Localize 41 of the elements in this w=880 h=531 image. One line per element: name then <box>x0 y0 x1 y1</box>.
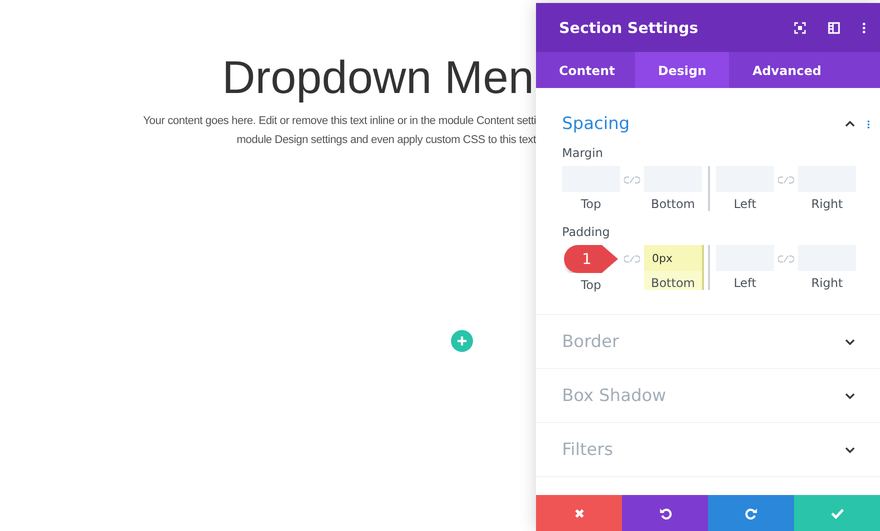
more-icon[interactable] <box>862 22 866 34</box>
field-label: Right <box>811 197 843 211</box>
settings-tab[interactable]: Design <box>635 52 730 88</box>
undo-icon <box>658 506 672 520</box>
add-icon[interactable] <box>451 330 473 352</box>
field-label: Left <box>734 276 756 290</box>
paragraph-line: Your content goes here. Edit or remove this text inline or in the module Content setti <box>143 114 536 129</box>
link-icon[interactable] <box>624 255 640 263</box>
field-group-label: Margin <box>562 146 604 160</box>
field-label: Right <box>811 276 843 290</box>
callout-marker: 1 <box>564 245 618 273</box>
settings-tab[interactable]: Content <box>536 52 635 88</box>
link-icon[interactable] <box>778 255 794 263</box>
cancel-button[interactable] <box>536 495 622 531</box>
input-field[interactable]: 0px <box>644 245 702 271</box>
field-label: Top <box>580 278 602 292</box>
field-label: Bottom <box>650 197 695 211</box>
chevron-down-icon[interactable] <box>845 446 855 452</box>
chevron-down-icon[interactable] <box>845 392 855 398</box>
undo-button[interactable] <box>622 495 708 531</box>
close-icon <box>574 508 584 518</box>
field-label: Bottom <box>650 276 695 290</box>
field-group-label: Padding <box>562 225 611 239</box>
redo-icon <box>744 506 758 520</box>
panel-title: Section Settings <box>559 18 700 36</box>
chevron-up-icon[interactable] <box>845 121 855 127</box>
field-label: Left <box>734 197 756 211</box>
page-heading: Dropdown Men <box>221 50 535 104</box>
layout-icon[interactable] <box>828 22 840 34</box>
redo-button[interactable] <box>708 495 794 531</box>
checkmark-icon <box>830 508 844 518</box>
paragraph-line: module Design settings and even apply custom CSS to this text <box>236 133 536 148</box>
link-icon[interactable] <box>624 176 640 184</box>
field-label: Top <box>580 197 602 211</box>
save-button[interactable] <box>794 495 880 531</box>
section-title[interactable]: Spacing <box>562 114 833 134</box>
fullscreen-icon[interactable] <box>794 22 806 34</box>
link-icon[interactable] <box>778 176 794 184</box>
settings-tab[interactable]: Advanced <box>729 52 842 88</box>
more-icon[interactable] <box>867 118 870 130</box>
chevron-down-icon[interactable] <box>845 338 855 344</box>
